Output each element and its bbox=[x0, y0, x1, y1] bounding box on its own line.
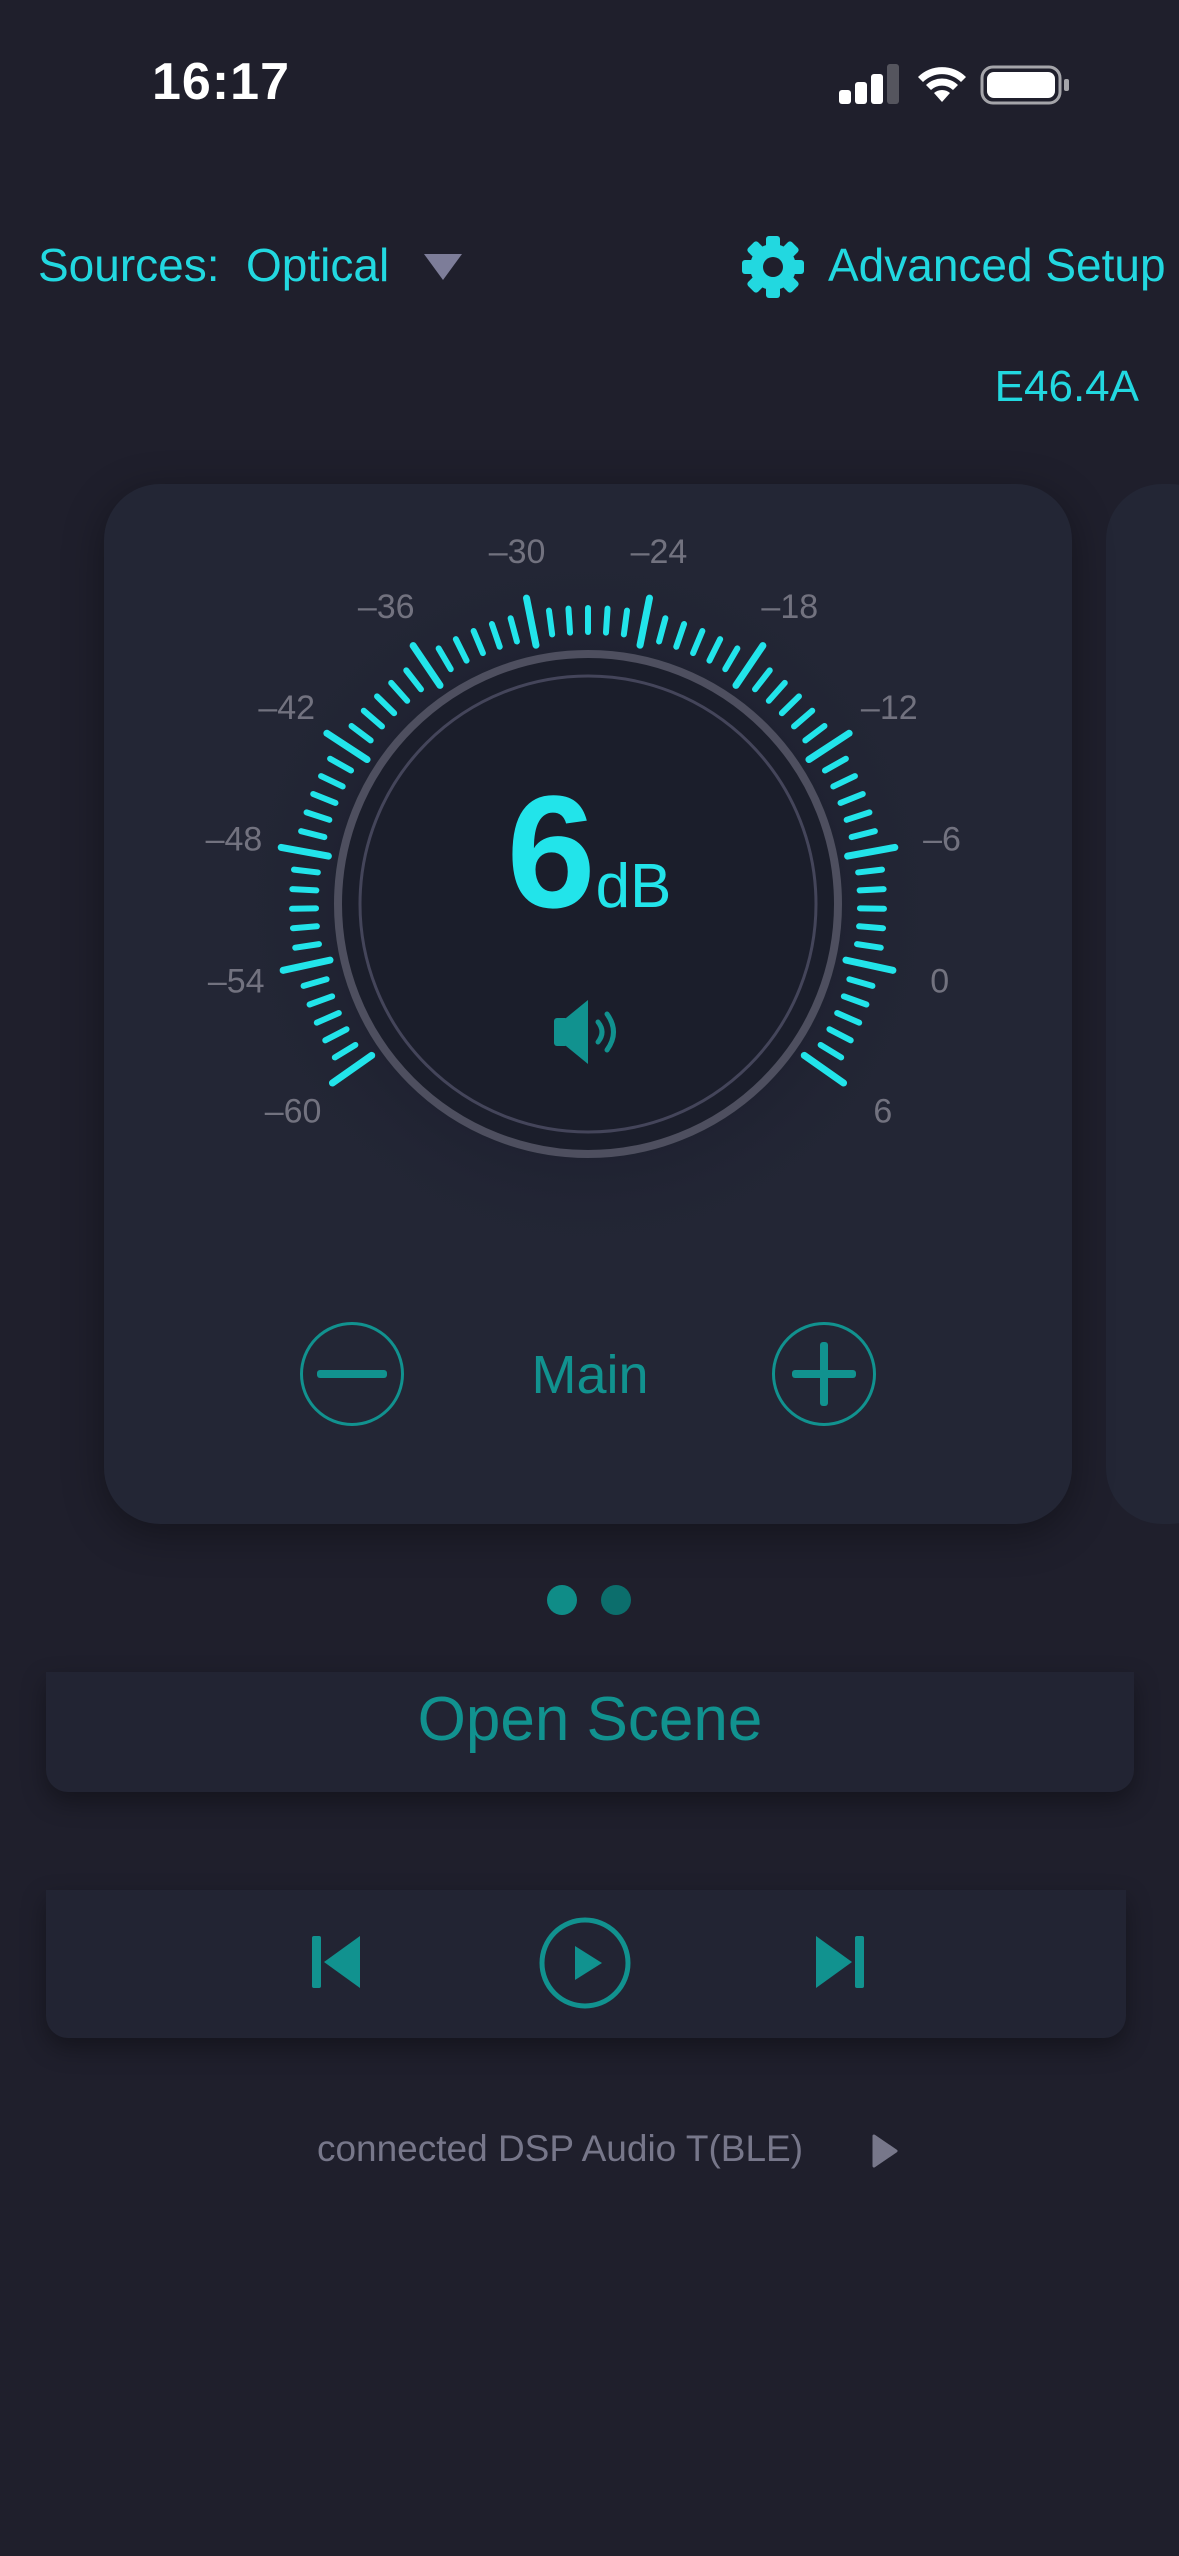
wifi-icon bbox=[918, 67, 966, 102]
volume-up-button[interactable] bbox=[772, 1322, 876, 1426]
volume-unit: dB bbox=[595, 852, 672, 921]
page-indicator-1[interactable] bbox=[547, 1585, 577, 1615]
dial-scale-label: –36 bbox=[358, 588, 415, 626]
dial-scale-label: –6 bbox=[923, 821, 961, 859]
dial-scale-label: –24 bbox=[631, 533, 688, 571]
dial-scale-label: 6 bbox=[873, 1092, 892, 1130]
channel-label: Main bbox=[531, 1345, 649, 1405]
dial-minor-tick bbox=[292, 941, 322, 951]
dial-minor-tick bbox=[291, 866, 321, 876]
previous-icon[interactable] bbox=[310, 1932, 362, 1992]
dial-minor-tick bbox=[545, 607, 556, 638]
battery-icon bbox=[980, 65, 1069, 105]
volume-readout: 6dB bbox=[404, 760, 774, 944]
volume-down-button[interactable] bbox=[300, 1322, 404, 1426]
signal-icon bbox=[839, 64, 899, 104]
arrow-right-icon[interactable] bbox=[870, 2134, 898, 2168]
open-scene-button[interactable]: Open Scene bbox=[46, 1684, 1134, 1755]
status-icons bbox=[839, 60, 1079, 110]
dial-minor-tick bbox=[289, 886, 320, 894]
dial-scale-label: –60 bbox=[265, 1092, 322, 1130]
minus-icon bbox=[317, 1370, 387, 1378]
dial-minor-tick bbox=[856, 923, 887, 932]
dial-scale-label: –18 bbox=[761, 588, 818, 626]
dial-scale-label: –42 bbox=[258, 689, 315, 727]
dial-minor-tick bbox=[856, 886, 887, 894]
next-card-peek[interactable] bbox=[1106, 484, 1179, 1524]
device-code: E46.4A bbox=[994, 362, 1139, 411]
page-indicator-2[interactable] bbox=[601, 1585, 631, 1615]
speaker-icon[interactable] bbox=[552, 996, 626, 1068]
dial-minor-tick bbox=[854, 941, 884, 951]
volume-value: 6 bbox=[506, 762, 596, 941]
source-select[interactable]: Optical bbox=[246, 238, 389, 292]
connection-status: connected DSP Audio T(BLE) bbox=[316, 2128, 804, 2169]
play-icon[interactable] bbox=[538, 1916, 632, 2010]
status-time: 16:17 bbox=[152, 53, 290, 111]
advanced-setup-link[interactable]: Advanced Setup bbox=[828, 238, 1166, 292]
next-icon[interactable] bbox=[814, 1932, 866, 1992]
dial-minor-tick bbox=[855, 866, 885, 876]
dial-minor-tick bbox=[289, 923, 320, 932]
sources-label: Sources: bbox=[38, 239, 220, 291]
dial-scale-label: –54 bbox=[208, 963, 265, 1001]
dial-minor-tick bbox=[565, 605, 574, 636]
gear-icon[interactable] bbox=[742, 236, 804, 298]
dial-scale-label: –30 bbox=[489, 533, 546, 571]
dial-minor-tick bbox=[602, 605, 611, 636]
dial-scale-label: –48 bbox=[206, 821, 263, 859]
dial-minor-tick bbox=[620, 607, 631, 638]
dial-scale-label: –12 bbox=[861, 689, 918, 727]
dial-scale-label: 0 bbox=[930, 963, 949, 1001]
dropdown-icon[interactable] bbox=[424, 254, 462, 280]
plus-icon bbox=[792, 1342, 856, 1406]
